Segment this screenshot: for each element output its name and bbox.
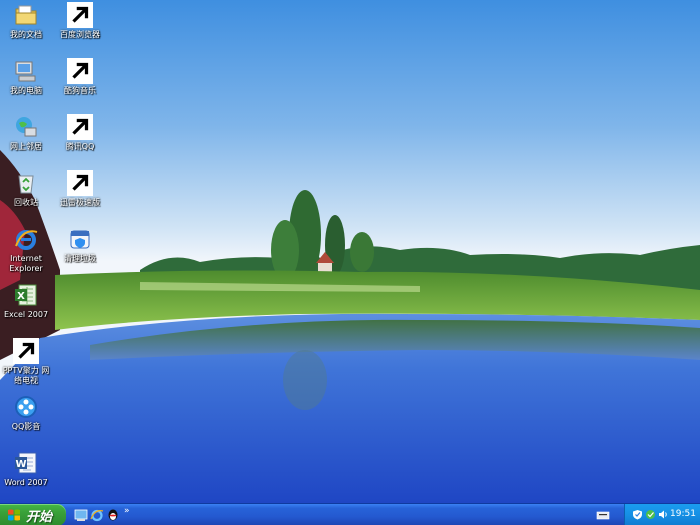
xunlei-bird-icon <box>67 170 93 196</box>
icon-label: 迅雷极速版 <box>60 198 100 207</box>
kugou-icon: K <box>67 58 93 84</box>
excel-icon: X <box>13 282 39 308</box>
desktop-icon-my-computer[interactable]: 我的电脑 <box>0 58 54 96</box>
windows-logo-icon <box>8 509 20 521</box>
desktop-icon-excel-2007[interactable]: X Excel 2007 <box>0 282 54 320</box>
word-icon: W <box>13 450 39 476</box>
icon-label: 清理垃圾 <box>64 254 96 263</box>
folder-icon <box>13 2 39 28</box>
icon-label: QQ影音 <box>11 422 41 431</box>
desktop-icon-xunlei-speed[interactable]: 迅雷极速版 <box>52 170 108 208</box>
start-label: 开始 <box>26 509 53 525</box>
desktop-icon-pptv[interactable]: PPTV聚力 网 络电视 <box>0 338 54 386</box>
icon-label: 回收站 <box>14 198 38 207</box>
ql-internet-explorer-icon[interactable] <box>90 508 104 522</box>
desktop-icon-qq-player[interactable]: QQ影音 <box>0 394 54 432</box>
taskbar: 开始 » 19:51 <box>0 503 700 525</box>
icon-label: PPTV聚力 网 络电视 <box>2 366 50 385</box>
desktop-icon-internet-explorer[interactable]: Internet Explorer <box>0 226 54 274</box>
quicklaunch-more-chevron[interactable]: » <box>124 506 130 516</box>
desktop: 我的文档 百度浏览器 我的电脑 K 酷狗音乐 网上邻居 腾讯QQ <box>0 0 700 525</box>
icon-label: 我的文档 <box>10 30 42 39</box>
shortcut-arrow-icon <box>67 58 93 84</box>
shortcut-arrow-icon <box>67 2 93 28</box>
qq-player-film-icon <box>13 394 39 420</box>
desktop-icon-recycle-bin[interactable]: 回收站 <box>0 170 54 208</box>
keyboard-layout-icon[interactable] <box>596 508 610 522</box>
clean-shield-icon <box>67 226 93 252</box>
start-button[interactable]: 开始 <box>0 504 66 525</box>
ql-show-desktop-icon[interactable] <box>74 508 88 522</box>
icon-label: 网上邻居 <box>10 142 42 151</box>
computer-icon <box>13 58 39 84</box>
recycle-bin-icon <box>13 170 39 196</box>
network-status-icon[interactable] <box>645 509 656 520</box>
desktop-icon-tencent-qq[interactable]: 腾讯QQ <box>52 114 108 152</box>
shortcut-arrow-icon <box>13 338 39 364</box>
icon-label: Internet Explorer <box>9 254 43 273</box>
system-tray: 19:51 <box>624 504 700 525</box>
network-globe-icon <box>13 114 39 140</box>
svg-text:X: X <box>17 291 25 302</box>
security-shield-icon[interactable] <box>632 509 643 520</box>
icon-label: 百度浏览器 <box>60 30 100 39</box>
svg-text:W: W <box>15 459 26 470</box>
internet-explorer-icon <box>13 226 39 252</box>
desktop-icon-word-2007[interactable]: W Word 2007 <box>0 450 54 488</box>
desktop-icon-network-places[interactable]: 网上邻居 <box>0 114 54 152</box>
icon-label: Word 2007 <box>4 478 48 487</box>
ql-qq-icon[interactable] <box>106 508 120 522</box>
desktop-icon-kugou-music[interactable]: K 酷狗音乐 <box>52 58 108 96</box>
icon-label: Excel 2007 <box>3 310 49 319</box>
shortcut-arrow-icon <box>67 170 93 196</box>
desktop-icon-my-documents[interactable]: 我的文档 <box>0 2 54 40</box>
shortcut-arrow-icon <box>67 114 93 140</box>
icon-label: 酷狗音乐 <box>64 86 96 95</box>
qq-penguin-icon <box>67 114 93 140</box>
volume-icon[interactable] <box>658 509 669 520</box>
clock[interactable]: 19:51 <box>670 509 696 519</box>
pptv-icon <box>13 338 39 364</box>
desktop-icon-clean-junk[interactable]: 清理垃圾 <box>52 226 108 264</box>
baidu-browser-icon <box>67 2 93 28</box>
icon-label: 腾讯QQ <box>65 142 95 151</box>
icon-label: 我的电脑 <box>10 86 42 95</box>
desktop-icon-baidu-browser[interactable]: 百度浏览器 <box>52 2 108 40</box>
